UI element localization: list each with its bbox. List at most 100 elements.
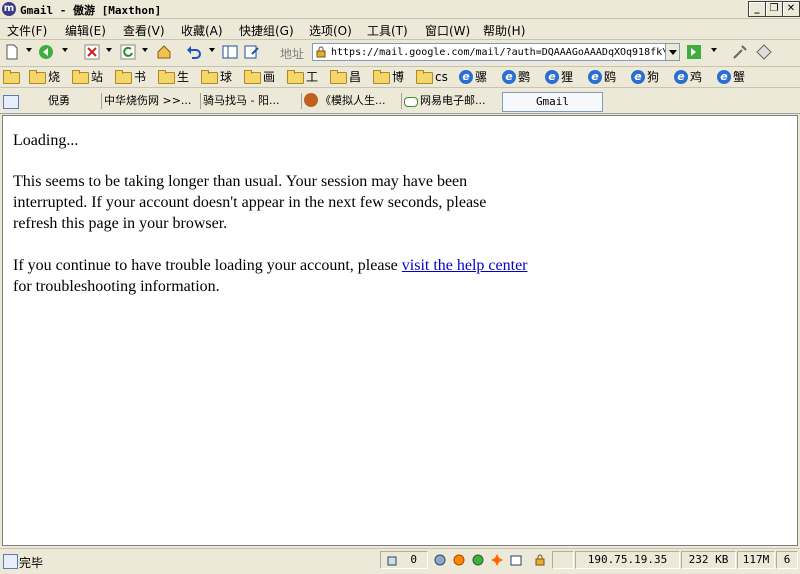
back-dropdown-icon[interactable] xyxy=(62,48,68,52)
ad-filter-icon[interactable] xyxy=(434,554,446,566)
ie-icon: e xyxy=(674,70,688,84)
fav-folder-10[interactable]: cs xyxy=(416,69,448,85)
tab-bar: 倪勇 中华烧伤网 >>... 骑马找马 - 阳... 《模拟人生... 网易电子… xyxy=(0,89,800,114)
tab-1[interactable]: 中华烧伤网 >>... xyxy=(104,92,198,110)
movie-icon xyxy=(304,93,318,107)
fav-folder-0[interactable] xyxy=(3,69,22,85)
menu-groups[interactable]: 快捷组(G) xyxy=(239,22,294,39)
address-input[interactable] xyxy=(331,45,667,59)
menu-favorites[interactable]: 收藏(A) xyxy=(181,22,223,39)
ie-icon: e xyxy=(545,70,559,84)
menu-view[interactable]: 查看(V) xyxy=(123,22,165,39)
status-text: 完毕 xyxy=(19,556,44,570)
restore-button[interactable]: ❐ xyxy=(765,1,783,17)
back-icon[interactable] xyxy=(38,44,54,60)
page-size: 232 KB xyxy=(681,551,736,569)
tab-4[interactable]: 网易电子邮... xyxy=(404,92,498,110)
warning-line-3: refresh this page in your browser. xyxy=(13,215,228,232)
go-icon[interactable] xyxy=(686,44,702,60)
loading-text: Loading... xyxy=(13,132,79,149)
stop-icon[interactable] xyxy=(84,44,100,60)
fav-folder-8[interactable]: 昌 xyxy=(330,69,361,85)
window-title: Gmail - 傲游 [Maxthon] xyxy=(20,4,162,17)
tab-gmail-active[interactable]: Gmail xyxy=(502,92,603,112)
fav-link-11[interactable]: e骡 xyxy=(459,69,487,85)
menu-options[interactable]: 选项(O) xyxy=(309,22,352,39)
fav-folder-9[interactable]: 博 xyxy=(373,69,404,85)
tools-icon[interactable] xyxy=(732,44,748,60)
tab-2[interactable]: 骑马找马 - 阳... xyxy=(203,92,299,110)
folder-icon xyxy=(244,70,261,84)
undo-dropdown-icon[interactable] xyxy=(209,48,215,52)
page-icon[interactable] xyxy=(3,95,19,109)
flash-icon[interactable] xyxy=(491,554,503,566)
warning-line-1: This seems to be taking longer than usua… xyxy=(13,173,468,190)
block-icon[interactable] xyxy=(453,554,465,566)
menu-window[interactable]: 窗口(W) xyxy=(425,22,470,39)
fav-link-12[interactable]: e鹦 xyxy=(502,69,530,85)
tab-0[interactable]: 倪勇 xyxy=(48,92,98,110)
tab-count: 6 xyxy=(776,551,798,569)
fav-link-17[interactable]: e蟹 xyxy=(717,69,745,85)
title-bar[interactable]: m Gmail - 傲游 [Maxthon] _ ❐ ✕ xyxy=(0,0,800,19)
ie-icon: e xyxy=(588,70,602,84)
folder-icon xyxy=(287,70,304,84)
tab-3[interactable]: 《模拟人生... xyxy=(304,92,400,110)
sidebar-icon[interactable] xyxy=(222,44,238,60)
refresh-icon[interactable] xyxy=(120,44,136,60)
page-content: Loading... This seems to be taking longe… xyxy=(2,115,798,546)
menu-tools[interactable]: 工具(T) xyxy=(367,22,408,39)
fav-folder-5[interactable]: 球 xyxy=(201,69,232,85)
folder-icon xyxy=(115,70,132,84)
address-dropdown-icon[interactable] xyxy=(665,44,679,60)
favorites-bar: 烧 站 书 生 球 画 工 昌 博 cs e骡 e鹦 e狸 e鸥 e狗 e鸡 e… xyxy=(0,67,800,88)
close-button[interactable]: ✕ xyxy=(782,1,800,17)
refresh-dropdown-icon[interactable] xyxy=(142,48,148,52)
window-icon[interactable] xyxy=(510,554,522,566)
trouble-line-1: If you continue to have trouble loading … xyxy=(13,255,528,276)
stop-dropdown-icon[interactable] xyxy=(106,48,112,52)
home-icon[interactable] xyxy=(156,44,172,60)
new-dropdown-icon[interactable] xyxy=(26,48,32,52)
fav-link-13[interactable]: e狸 xyxy=(545,69,573,85)
new-page-icon[interactable] xyxy=(4,44,20,60)
folder-icon xyxy=(373,70,390,84)
menu-bar: 文件(F) 编辑(E) 查看(V) 收藏(A) 快捷组(G) 选项(O) 工具(… xyxy=(0,19,800,40)
ie-icon: e xyxy=(717,70,731,84)
edit-page-icon[interactable] xyxy=(244,44,260,60)
folder-icon xyxy=(330,70,347,84)
menu-edit[interactable]: 编辑(E) xyxy=(65,22,106,39)
fav-folder-1[interactable]: 烧 xyxy=(29,69,60,85)
ie-icon: e xyxy=(631,70,645,84)
go-dropdown-icon[interactable] xyxy=(711,48,717,52)
fav-folder-6[interactable]: 画 xyxy=(244,69,275,85)
maxthon-logo-icon: m xyxy=(2,2,16,16)
fav-folder-4[interactable]: 生 xyxy=(158,69,189,85)
fav-folder-7[interactable]: 工 xyxy=(287,69,318,85)
clear-icon[interactable] xyxy=(756,44,772,60)
fav-folder-2[interactable]: 站 xyxy=(72,69,103,85)
trouble-prefix: If you continue to have trouble loading … xyxy=(13,257,402,274)
help-center-link[interactable]: visit the help center xyxy=(402,257,528,274)
fav-link-14[interactable]: e鸥 xyxy=(588,69,616,85)
warning-line-2: interrupted. If your account doesn't app… xyxy=(13,194,487,211)
fav-link-16[interactable]: e鸡 xyxy=(674,69,702,85)
undo-icon[interactable] xyxy=(186,44,202,60)
status-bar: 完毕 0 190.75.19.35 232 KB 117M 6 xyxy=(0,548,800,573)
address-label: 地址 xyxy=(280,47,305,61)
security-lock-icon[interactable] xyxy=(534,554,546,566)
tab-separator xyxy=(101,93,102,109)
ie-icon: e xyxy=(502,70,516,84)
menu-file[interactable]: 文件(F) xyxy=(7,22,47,39)
trouble-line-2: for troubleshooting information. xyxy=(13,278,220,295)
tab-separator xyxy=(301,93,302,109)
folder-icon xyxy=(158,70,175,84)
fav-link-15[interactable]: e狗 xyxy=(631,69,659,85)
address-bar[interactable] xyxy=(312,43,680,61)
menu-help[interactable]: 帮助(H) xyxy=(483,22,525,39)
fav-folder-3[interactable]: 书 xyxy=(115,69,146,85)
lock-icon xyxy=(316,46,326,58)
minimize-button[interactable]: _ xyxy=(748,1,766,17)
download-icon[interactable] xyxy=(472,554,484,566)
status-cell-empty xyxy=(552,551,574,569)
